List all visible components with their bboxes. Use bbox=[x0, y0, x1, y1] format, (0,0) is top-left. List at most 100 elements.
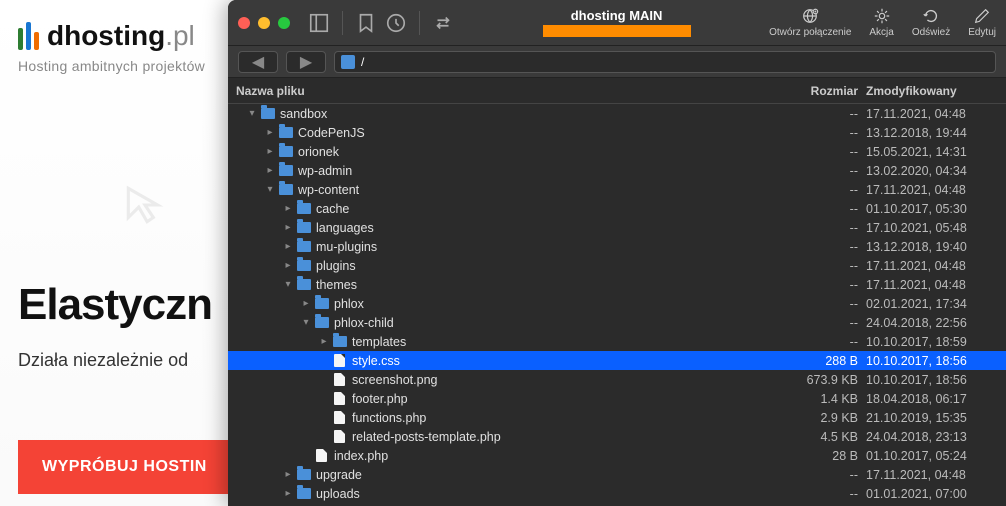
file-row[interactable]: style.css288 B10.10.2017, 18:56 bbox=[228, 351, 1006, 370]
folder-icon bbox=[296, 201, 311, 216]
action-button[interactable]: Akcja bbox=[869, 7, 893, 38]
open-connection-button[interactable]: Otwórz połączenie bbox=[769, 7, 851, 38]
path-input[interactable]: / bbox=[334, 51, 996, 73]
file-size: -- bbox=[776, 297, 866, 311]
folder-row[interactable]: ▸uploads--01.01.2021, 07:00 bbox=[228, 484, 1006, 503]
file-size: -- bbox=[776, 183, 866, 197]
file-date: 10.10.2017, 18:56 bbox=[866, 354, 1006, 368]
file-icon bbox=[332, 391, 347, 406]
folder-icon bbox=[278, 144, 293, 159]
folder-row[interactable]: ▾wp-content--17.11.2021, 04:48 bbox=[228, 180, 1006, 199]
folder-icon bbox=[314, 315, 329, 330]
file-size: -- bbox=[776, 278, 866, 292]
bookmark-icon[interactable] bbox=[355, 12, 377, 34]
logo-bars-icon bbox=[18, 22, 39, 50]
file-size: -- bbox=[776, 335, 866, 349]
disclosure-chevron-icon[interactable]: ▸ bbox=[282, 203, 294, 214]
column-header-size[interactable]: Rozmiar bbox=[776, 84, 866, 98]
file-date: 21.10.2019, 15:35 bbox=[866, 411, 1006, 425]
file-date: 17.11.2021, 04:48 bbox=[866, 107, 1006, 121]
maximize-window-button[interactable] bbox=[278, 17, 290, 29]
cursor-ghost-icon bbox=[120, 180, 170, 230]
file-size: -- bbox=[776, 316, 866, 330]
minimize-window-button[interactable] bbox=[258, 17, 270, 29]
file-name: cache bbox=[316, 202, 776, 216]
file-name: templates bbox=[352, 335, 776, 349]
file-date: 01.01.2021, 07:00 bbox=[866, 487, 1006, 501]
folder-row[interactable]: ▸plugins--17.11.2021, 04:48 bbox=[228, 256, 1006, 275]
file-size: 28 B bbox=[776, 449, 866, 463]
file-size: -- bbox=[776, 487, 866, 501]
disclosure-chevron-icon[interactable]: ▸ bbox=[264, 127, 276, 138]
file-date: 01.10.2017, 05:30 bbox=[866, 202, 1006, 216]
disclosure-chevron-icon[interactable]: ▸ bbox=[282, 260, 294, 271]
folder-row[interactable]: ▾themes--17.11.2021, 04:48 bbox=[228, 275, 1006, 294]
layout-icon[interactable] bbox=[308, 12, 330, 34]
disclosure-chevron-icon[interactable]: ▸ bbox=[282, 241, 294, 252]
column-header-modified[interactable]: Zmodyfikowany bbox=[866, 84, 1006, 98]
file-name: plugins bbox=[316, 259, 776, 273]
edit-button[interactable]: Edytuj bbox=[968, 7, 996, 38]
file-list[interactable]: ▾sandbox--17.11.2021, 04:48▸CodePenJS--1… bbox=[228, 104, 1006, 506]
file-size: -- bbox=[776, 240, 866, 254]
connection-name: dhosting MAIN bbox=[571, 8, 663, 23]
folder-row[interactable]: ▾sandbox--17.11.2021, 04:48 bbox=[228, 104, 1006, 123]
file-name: phlox bbox=[334, 297, 776, 311]
disclosure-chevron-icon[interactable]: ▾ bbox=[264, 184, 276, 195]
file-date: 01.10.2017, 05:24 bbox=[866, 449, 1006, 463]
folder-row[interactable]: ▾phlox-child--24.04.2018, 22:56 bbox=[228, 313, 1006, 332]
folder-icon bbox=[278, 125, 293, 140]
file-size: 1.4 KB bbox=[776, 392, 866, 406]
disclosure-chevron-icon[interactable]: ▾ bbox=[282, 279, 294, 290]
file-date: 24.04.2018, 23:13 bbox=[866, 430, 1006, 444]
file-row[interactable]: footer.php1.4 KB18.04.2018, 06:17 bbox=[228, 389, 1006, 408]
folder-row[interactable]: ▸ templates--10.10.2017, 18:59 bbox=[228, 332, 1006, 351]
disclosure-chevron-icon[interactable]: ▸ bbox=[282, 469, 294, 480]
disclosure-chevron-icon[interactable]: ▸ bbox=[318, 336, 330, 347]
refresh-button[interactable]: Odśwież bbox=[912, 7, 950, 38]
folder-row[interactable]: ▸wp-admin--13.02.2020, 04:34 bbox=[228, 161, 1006, 180]
file-icon bbox=[314, 448, 329, 463]
folder-row[interactable]: ▸mu-plugins--13.12.2018, 19:40 bbox=[228, 237, 1006, 256]
disclosure-chevron-icon[interactable]: ▾ bbox=[246, 108, 258, 119]
folder-row[interactable]: ▸languages--17.10.2021, 05:48 bbox=[228, 218, 1006, 237]
history-icon[interactable] bbox=[385, 12, 407, 34]
disclosure-chevron-icon[interactable]: ▸ bbox=[264, 165, 276, 176]
cta-button[interactable]: WYPRÓBUJ HOSTIN bbox=[18, 440, 231, 494]
titlebar: dhosting MAIN Otwórz połączenie Akcja Od… bbox=[228, 0, 1006, 46]
file-name: upgrade bbox=[316, 468, 776, 482]
nav-forward-button[interactable]: ▶ bbox=[286, 51, 326, 73]
file-date: 17.11.2021, 04:48 bbox=[866, 468, 1006, 482]
transfer-icon[interactable] bbox=[432, 12, 454, 34]
nav-back-button[interactable]: ◀ bbox=[238, 51, 278, 73]
disclosure-chevron-icon[interactable]: ▾ bbox=[300, 317, 312, 328]
file-date: 13.12.2018, 19:40 bbox=[866, 240, 1006, 254]
disclosure-chevron-icon[interactable]: ▸ bbox=[264, 146, 276, 157]
file-row[interactable]: functions.php2.9 KB21.10.2019, 15:35 bbox=[228, 408, 1006, 427]
file-date: 17.11.2021, 04:48 bbox=[866, 259, 1006, 273]
file-name: sandbox bbox=[280, 107, 776, 121]
folder-row[interactable]: ▸ upgrade--17.11.2021, 04:48 bbox=[228, 465, 1006, 484]
file-name: languages bbox=[316, 221, 776, 235]
folder-row[interactable]: ▸cache--01.10.2017, 05:30 bbox=[228, 199, 1006, 218]
file-size: -- bbox=[776, 164, 866, 178]
file-size: -- bbox=[776, 468, 866, 482]
folder-row[interactable]: ▸phlox--02.01.2021, 17:34 bbox=[228, 294, 1006, 313]
close-window-button[interactable] bbox=[238, 17, 250, 29]
file-size: 288 B bbox=[776, 354, 866, 368]
file-date: 10.10.2017, 18:59 bbox=[866, 335, 1006, 349]
column-header-name[interactable]: Nazwa pliku bbox=[236, 84, 776, 98]
file-name: footer.php bbox=[352, 392, 776, 406]
disclosure-chevron-icon[interactable]: ▸ bbox=[282, 222, 294, 233]
file-row[interactable]: related-posts-template.php4.5 KB24.04.20… bbox=[228, 427, 1006, 446]
file-name: CodePenJS bbox=[298, 126, 776, 140]
file-date: 15.05.2021, 14:31 bbox=[866, 145, 1006, 159]
disclosure-chevron-icon[interactable]: ▸ bbox=[282, 488, 294, 499]
folder-row[interactable]: ▸orionek--15.05.2021, 14:31 bbox=[228, 142, 1006, 161]
file-size: -- bbox=[776, 221, 866, 235]
file-row[interactable]: screenshot.png673.9 KB10.10.2017, 18:56 bbox=[228, 370, 1006, 389]
file-row[interactable]: index.php28 B01.10.2017, 05:24 bbox=[228, 446, 1006, 465]
disclosure-chevron-icon[interactable]: ▸ bbox=[300, 298, 312, 309]
folder-row[interactable]: ▸CodePenJS--13.12.2018, 19:44 bbox=[228, 123, 1006, 142]
file-size: -- bbox=[776, 145, 866, 159]
